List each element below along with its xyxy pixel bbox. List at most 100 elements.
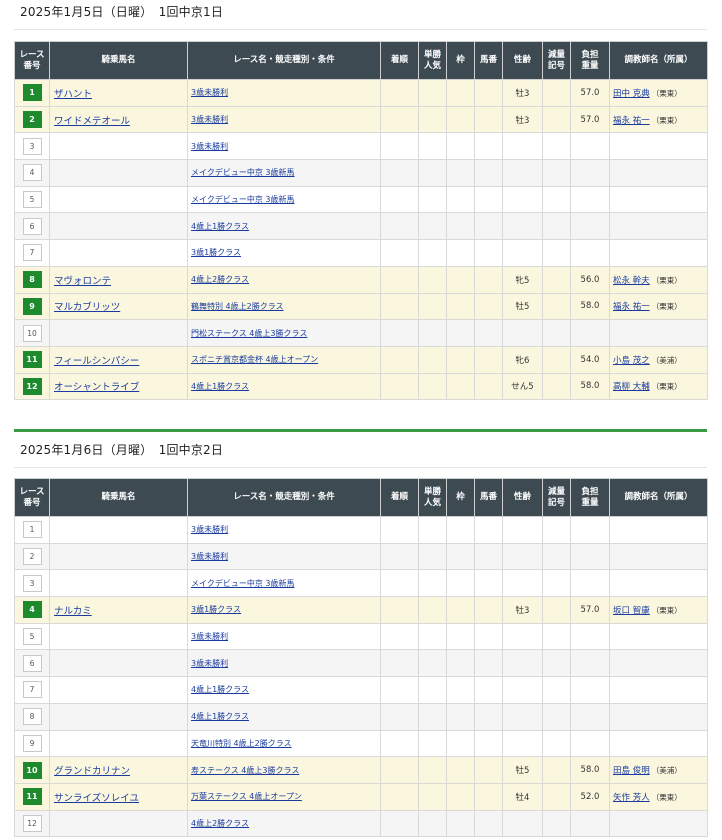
race-name-link[interactable]: 3歳未勝利 <box>188 631 380 642</box>
race-cell: 4歳上1勝クラス <box>187 212 381 241</box>
horse-name-link[interactable]: マルカブリッツ <box>50 299 187 313</box>
finish-cell <box>380 159 419 187</box>
frame-cell <box>446 79 475 107</box>
race-name-link[interactable]: 4歳上2勝クラス <box>188 818 380 829</box>
race-name-link[interactable]: 3歳未勝利 <box>188 658 380 669</box>
race-name-link[interactable]: メイクデビュー中京 3歳新馬 <box>188 194 380 205</box>
horse-cell <box>49 319 188 347</box>
race-name-link[interactable]: 4歳上2勝クラス <box>188 274 380 285</box>
race-name-link[interactable]: 3歳未勝利 <box>188 114 380 125</box>
popularity-cell <box>418 372 447 401</box>
race-number-badge[interactable]: 3 <box>22 137 42 155</box>
weight-reduction-cell <box>542 569 571 598</box>
race-number-badge[interactable]: 2 <box>22 548 42 566</box>
race-name-link[interactable]: メイクデビュー中京 3歳新馬 <box>188 167 380 178</box>
race-number-badge[interactable]: 6 <box>22 654 42 672</box>
race-number-badge[interactable]: 12 <box>22 814 42 832</box>
race-name-link[interactable]: 鶴舞特別 4歳上2勝クラス <box>188 301 380 312</box>
frame-cell <box>446 292 475 321</box>
trainer-cell <box>609 212 708 241</box>
race-name-link[interactable]: 3歳1勝クラス <box>188 604 380 615</box>
race-number-badge[interactable]: 11 <box>22 788 42 806</box>
race-number-badge[interactable]: 7 <box>22 681 42 699</box>
popularity-cell <box>418 649 447 678</box>
race-number-badge[interactable]: 8 <box>22 708 42 726</box>
weight-reduction-cell <box>542 105 571 134</box>
race-number-badge[interactable]: 5 <box>22 191 42 209</box>
trainer-name-link[interactable]: 高柳 大輔 <box>613 382 650 392</box>
race-name-link[interactable]: スポニチ賞京都金杯 4歳上オープン <box>188 354 380 365</box>
race-row: 5 メイクデビュー中京 3歳新馬 <box>14 185 708 214</box>
race-number-badge[interactable]: 2 <box>22 111 42 129</box>
trainer-cell: 高柳 大輔 （栗東） <box>609 372 708 401</box>
sex-age-cell <box>502 159 543 187</box>
horse-name-link[interactable]: マヴォロンテ <box>50 273 187 287</box>
horse-name-link[interactable]: ワイドメテオール <box>50 113 187 127</box>
trainer-name-link[interactable]: 田中 克典 <box>613 89 650 99</box>
race-number-badge[interactable]: 6 <box>22 217 42 235</box>
race-number-badge[interactable]: 1 <box>22 84 42 102</box>
horse-name-link[interactable]: ナルカミ <box>50 603 187 617</box>
race-cell: 4歳上1勝クラス <box>187 676 381 704</box>
horse-name-link[interactable]: フィールシンパシー <box>50 353 187 367</box>
race-number-cell: 6 <box>14 212 50 241</box>
finish-cell <box>380 729 419 758</box>
race-number-badge[interactable]: 10 <box>22 324 42 342</box>
trainer-name-link[interactable]: 松永 幹夫 <box>613 276 650 286</box>
race-number-badge[interactable]: 8 <box>22 271 42 289</box>
col-race-number: レース 番号 <box>14 41 50 80</box>
trainer-name-link[interactable]: 小島 茂之 <box>613 356 650 366</box>
race-name-link[interactable]: 4歳上1勝クラス <box>188 381 380 392</box>
trainer-name-link[interactable]: 田島 俊明 <box>613 766 650 776</box>
race-name-link[interactable]: 4歳上1勝クラス <box>188 711 380 722</box>
race-name-link[interactable]: 天竜川特別 4歳上2勝クラス <box>188 738 380 749</box>
trainer-name-link[interactable]: 矢作 芳人 <box>613 793 650 803</box>
sex-age-cell: 牝6 <box>502 345 543 374</box>
sex-age-cell: 牡3 <box>502 105 543 134</box>
horse-cell <box>49 809 188 838</box>
day-section-2: 2025年1月6日（月曜） 1回中京2日 レース 番号 騎乗馬名 レース名・競走種別・… <box>14 432 708 838</box>
race-name-link[interactable]: 4歳上1勝クラス <box>188 221 380 232</box>
horse-name-link[interactable]: オーシャントライブ <box>50 379 187 393</box>
race-name-link[interactable]: 万葉ステークス 4歳上オープン <box>188 791 380 802</box>
race-row: 8 マヴォロンテ 4歳上2勝クラス 牝5 56.0 松永 幹夫 （栗東） <box>14 265 708 294</box>
horse-name-link[interactable]: ザハント <box>50 86 187 100</box>
race-name-link[interactable]: 寿ステークス 4歳上3勝クラス <box>188 765 380 776</box>
frame-cell <box>446 185 475 214</box>
race-number-badge[interactable]: 5 <box>22 628 42 646</box>
col-finish: 着順 <box>380 478 419 517</box>
race-name-link[interactable]: 3歳未勝利 <box>188 141 380 152</box>
trainer-name-link[interactable]: 福永 祐一 <box>613 302 650 312</box>
horse-number-cell <box>474 319 503 347</box>
race-number-badge[interactable]: 7 <box>22 244 42 262</box>
race-number-badge[interactable]: 9 <box>22 297 42 315</box>
race-number-badge[interactable]: 4 <box>22 601 42 619</box>
horse-cell: フィールシンパシー <box>49 345 188 374</box>
trainer-affiliation: （美浦） <box>651 766 682 776</box>
horse-name-link[interactable]: サンライズソレイユ <box>50 790 187 804</box>
race-name-link[interactable]: メイクデビュー中京 3歳新馬 <box>188 578 380 589</box>
race-number-badge[interactable]: 10 <box>22 761 42 779</box>
race-number-badge[interactable]: 9 <box>22 734 42 752</box>
race-name-link[interactable]: 3歳未勝利 <box>188 551 380 562</box>
race-name-link[interactable]: 4歳上1勝クラス <box>188 684 380 695</box>
race-number-badge[interactable]: 3 <box>22 574 42 592</box>
horse-name-link[interactable]: グランドカリナン <box>50 763 187 777</box>
race-number-badge[interactable]: 4 <box>22 164 42 182</box>
race-number-badge[interactable]: 11 <box>22 351 42 369</box>
trainer-cell: 矢作 芳人 （栗東） <box>609 782 708 811</box>
race-number-cell: 5 <box>14 185 50 214</box>
race-name-link[interactable]: 3歳1勝クラス <box>188 247 380 258</box>
race-number-badge[interactable]: 12 <box>22 377 42 395</box>
race-row: 7 3歳1勝クラス <box>14 239 708 267</box>
col-popularity: 単勝 人気 <box>418 478 447 517</box>
race-number-badge[interactable]: 1 <box>22 521 42 539</box>
horse-number-cell <box>474 782 503 811</box>
trainer-name-link[interactable]: 坂口 智康 <box>613 606 650 616</box>
race-name-link[interactable]: 門松ステークス 4歳上3勝クラス <box>188 328 380 339</box>
horse-cell: マルカブリッツ <box>49 292 188 321</box>
race-name-link[interactable]: 3歳未勝利 <box>188 524 380 535</box>
horse-cell <box>49 649 188 678</box>
race-name-link[interactable]: 3歳未勝利 <box>188 87 380 98</box>
trainer-name-link[interactable]: 福永 祐一 <box>613 116 650 126</box>
